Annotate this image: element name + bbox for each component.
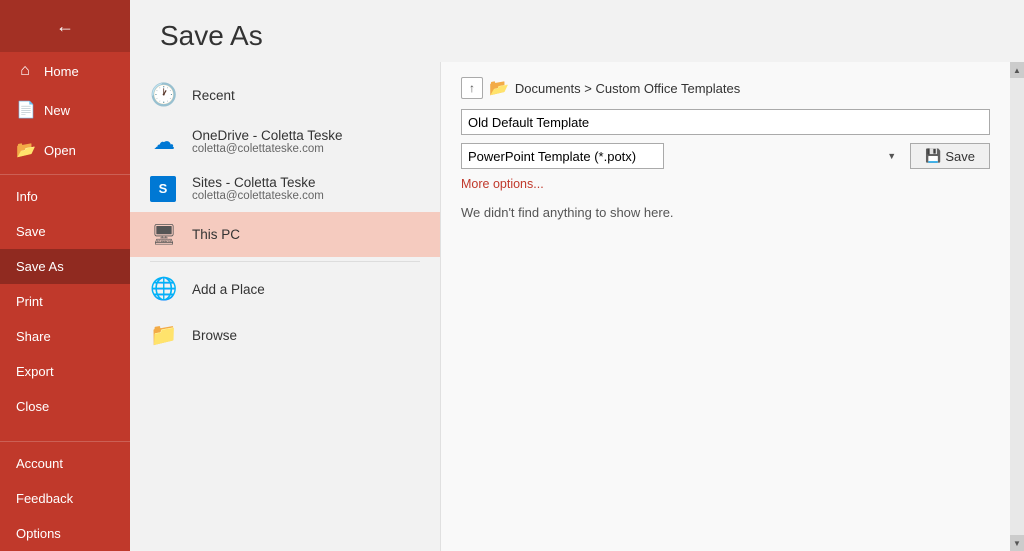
- content-area: 🕐 Recent OneDrive - Coletta Teske colett…: [130, 62, 1024, 551]
- save-button[interactable]: 💾 Save: [910, 143, 990, 169]
- pc-icon: 🖥: [150, 222, 178, 247]
- file-panel: ↑ 📂 Documents > Custom Office Templates …: [440, 62, 1010, 551]
- location-browse-name: Browse: [192, 328, 420, 343]
- page-title-area: Save As: [130, 0, 1024, 62]
- sidebar-item-save-as[interactable]: Save As: [0, 249, 130, 284]
- open-icon: 📂: [16, 140, 34, 160]
- location-recent-name: Recent: [192, 88, 420, 103]
- sidebar-item-home-label: Home: [44, 64, 79, 79]
- cloud-icon: [150, 129, 178, 155]
- more-options-link[interactable]: More options...: [461, 177, 990, 191]
- scrollbar: ▲ ▼: [1010, 62, 1024, 551]
- sidebar-item-share[interactable]: Share: [0, 319, 130, 354]
- home-icon: ⌂: [16, 62, 34, 80]
- sharepoint-icon: S: [150, 176, 178, 202]
- back-icon: ←: [56, 16, 74, 37]
- breadcrumb-path: Documents > Custom Office Templates: [515, 81, 740, 96]
- location-add-place-name: Add a Place: [192, 282, 420, 297]
- sidebar-item-open[interactable]: 📂 Open: [0, 130, 130, 170]
- sidebar-item-save[interactable]: Save: [0, 214, 130, 249]
- location-sites-sub: coletta@colettateske.com: [192, 190, 420, 202]
- sidebar-item-account[interactable]: Account: [0, 446, 130, 481]
- format-row: PowerPoint Template (*.potx) PowerPoint …: [461, 143, 990, 169]
- save-icon: 💾: [925, 148, 941, 164]
- location-item-this-pc[interactable]: 🖥 This PC: [130, 212, 440, 257]
- sidebar-item-print[interactable]: Print: [0, 284, 130, 319]
- scrollbar-up-button[interactable]: ▲: [1010, 62, 1024, 78]
- sidebar-item-new-label: New: [44, 103, 70, 118]
- clock-icon: 🕐: [150, 82, 178, 108]
- scrollbar-down-button[interactable]: ▼: [1010, 535, 1024, 551]
- sidebar-item-open-label: Open: [44, 143, 76, 158]
- sidebar-item-feedback[interactable]: Feedback: [0, 481, 130, 516]
- format-select-wrapper: PowerPoint Template (*.potx) PowerPoint …: [461, 143, 904, 169]
- location-sites-name: Sites - Coletta Teske: [192, 175, 420, 190]
- sidebar-item-options[interactable]: Options: [0, 516, 130, 551]
- folder-icon: 📁: [150, 322, 178, 348]
- filename-row: [461, 109, 990, 135]
- location-divider: [150, 261, 420, 262]
- locations-panel: 🕐 Recent OneDrive - Coletta Teske colett…: [130, 62, 440, 551]
- sidebar-item-export[interactable]: Export: [0, 354, 130, 389]
- sidebar-item-close[interactable]: Close: [0, 389, 130, 424]
- filename-input[interactable]: [461, 109, 990, 135]
- new-icon: 📄: [16, 100, 34, 120]
- location-item-recent[interactable]: 🕐 Recent: [130, 72, 440, 118]
- save-button-label: Save: [945, 149, 975, 164]
- globe-icon: 🌐: [150, 276, 178, 302]
- sidebar-item-new[interactable]: 📄 New: [0, 90, 130, 130]
- location-item-sites[interactable]: S Sites - Coletta Teske coletta@colettat…: [130, 165, 440, 212]
- location-item-onedrive[interactable]: OneDrive - Coletta Teske coletta@coletta…: [130, 118, 440, 165]
- empty-message: We didn't find anything to show here.: [461, 205, 990, 220]
- main-content: Save As 🕐 Recent OneDrive - Coletta Tesk…: [130, 0, 1024, 551]
- format-select[interactable]: PowerPoint Template (*.potx) PowerPoint …: [461, 143, 664, 169]
- breadcrumb-folder-icon: 📂: [489, 78, 509, 98]
- sidebar: ← ⌂ Home 📄 New 📂 Open Info Save Save As …: [0, 0, 130, 551]
- sidebar-item-home[interactable]: ⌂ Home: [0, 52, 130, 90]
- breadcrumb-row: ↑ 📂 Documents > Custom Office Templates: [461, 77, 990, 99]
- location-item-add-place[interactable]: 🌐 Add a Place: [130, 266, 440, 312]
- location-onedrive-sub: coletta@colettateske.com: [192, 143, 420, 155]
- back-button[interactable]: ←: [0, 0, 130, 52]
- location-onedrive-name: OneDrive - Coletta Teske: [192, 128, 420, 143]
- sidebar-item-info[interactable]: Info: [0, 179, 130, 214]
- page-title: Save As: [160, 20, 994, 52]
- location-item-browse[interactable]: 📁 Browse: [130, 312, 440, 358]
- location-this-pc-name: This PC: [192, 227, 420, 242]
- breadcrumb-up-button[interactable]: ↑: [461, 77, 483, 99]
